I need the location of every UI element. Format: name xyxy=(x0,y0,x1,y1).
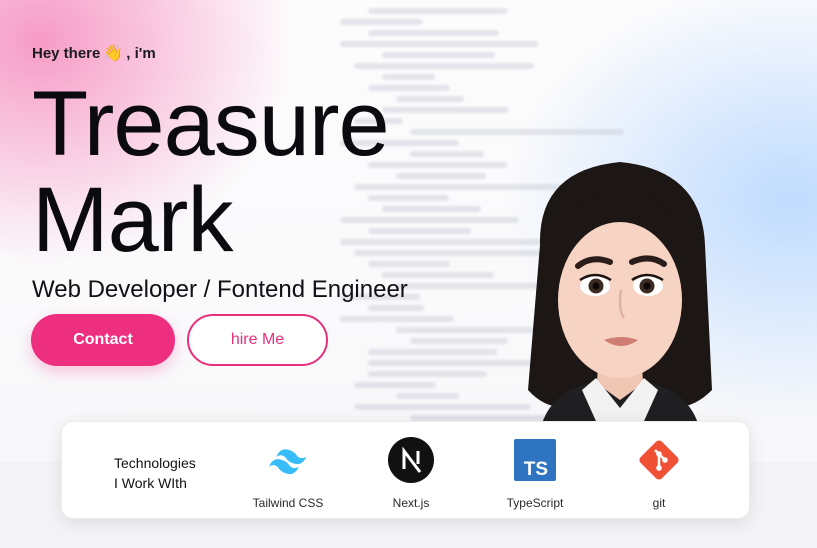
technologies-card: Technologies I Work WIth Tailwind CSS Ne… xyxy=(61,421,750,519)
technologies-heading-line1: Technologies xyxy=(114,455,196,471)
name-last: Mark xyxy=(32,169,233,271)
code-line xyxy=(368,305,424,311)
typescript-icon: TS xyxy=(511,436,559,484)
code-line xyxy=(368,162,507,168)
greeting-suffix: , i'm xyxy=(126,45,156,62)
tech-item-nextjs: Next.js xyxy=(356,436,466,510)
tech-label: Tailwind CSS xyxy=(252,496,324,510)
tech-label: Next.js xyxy=(392,496,430,510)
code-line xyxy=(396,96,464,102)
code-line xyxy=(368,349,497,355)
code-line xyxy=(382,52,495,58)
tailwind-icon xyxy=(264,436,312,484)
code-line xyxy=(368,371,487,377)
code-line xyxy=(368,30,499,36)
nextjs-icon xyxy=(387,436,435,484)
code-line xyxy=(382,107,509,113)
code-line xyxy=(410,151,484,157)
name-first: Treasure xyxy=(32,73,390,175)
code-line xyxy=(368,8,508,14)
code-line xyxy=(382,74,435,80)
git-icon xyxy=(635,436,683,484)
tech-item-typescript: TS TypeScript xyxy=(480,436,590,510)
job-title: Web Developer / Fontend Engineer xyxy=(32,276,408,303)
hero-name: Treasure Mark xyxy=(32,73,390,271)
tech-item-tailwind: Tailwind CSS xyxy=(233,436,343,510)
greeting-text: Hey there xyxy=(32,45,101,62)
greeting: Hey there 👋 , i'm xyxy=(32,45,156,62)
waving-hand-icon: 👋 xyxy=(103,44,124,62)
code-line xyxy=(410,129,624,135)
code-line xyxy=(340,41,538,47)
hire-me-button[interactable]: hire Me xyxy=(187,314,328,366)
contact-button[interactable]: Contact xyxy=(31,314,175,366)
technologies-heading: Technologies I Work WIth xyxy=(114,453,196,493)
tech-label: git xyxy=(652,496,666,510)
technologies-heading-line2: I Work WIth xyxy=(114,475,187,491)
code-line xyxy=(396,393,459,399)
svg-text:TS: TS xyxy=(524,459,548,480)
code-line xyxy=(410,338,508,344)
tech-item-git: git xyxy=(604,436,714,510)
code-line xyxy=(354,382,436,388)
avatar-illustration xyxy=(528,162,712,430)
code-line xyxy=(382,206,481,212)
code-line xyxy=(340,316,454,322)
code-line xyxy=(396,173,486,179)
tech-label: TypeScript xyxy=(506,496,564,510)
code-line xyxy=(354,63,534,69)
code-line xyxy=(340,19,423,25)
